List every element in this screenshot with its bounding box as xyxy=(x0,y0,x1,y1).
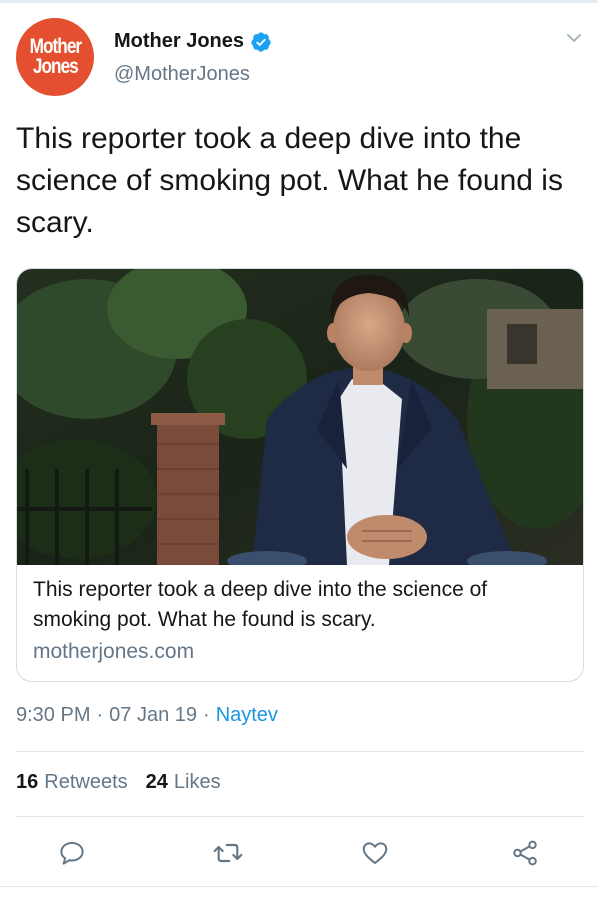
meta-separator: · xyxy=(203,704,210,726)
reply-button[interactable] xyxy=(52,833,92,873)
retweets-label[interactable]: Retweets xyxy=(44,771,127,794)
verified-badge-icon xyxy=(251,31,271,52)
chevron-down-icon[interactable] xyxy=(566,32,582,44)
divider xyxy=(16,816,584,817)
retweet-icon xyxy=(213,843,243,863)
avatar[interactable]: Mother Jones xyxy=(16,18,94,96)
card-photo[interactable] xyxy=(17,269,584,565)
tweet-source-link[interactable]: Naytev xyxy=(216,704,278,727)
engagement-stats: 16 Retweets 24 Likes xyxy=(16,771,239,794)
author-name-row[interactable]: Mother Jones xyxy=(114,30,272,53)
likes-count[interactable]: 24 xyxy=(146,771,168,794)
share-button[interactable] xyxy=(505,833,545,873)
like-button[interactable] xyxy=(355,833,395,873)
avatar-logo-line2: Jones xyxy=(32,55,79,78)
retweet-button[interactable] xyxy=(208,833,248,873)
author-name[interactable]: Mother Jones xyxy=(114,30,244,53)
card-text[interactable]: This reporter took a deep dive into the … xyxy=(33,575,569,667)
divider xyxy=(16,751,584,752)
share-icon xyxy=(513,840,537,866)
action-bar xyxy=(0,833,598,873)
tweet-meta: 9:30 PM · 07 Jan 19 · Naytev xyxy=(16,704,278,727)
tweet-date: 07 Jan 19 xyxy=(109,704,198,726)
reply-icon xyxy=(60,842,84,865)
likes-label[interactable]: Likes xyxy=(174,771,221,794)
tweet-text: This reporter took a deep dive into the … xyxy=(16,122,563,239)
tweet-header: Mother Jones Mother Jones @MotherJones xyxy=(16,18,586,96)
author-handle[interactable]: @MotherJones xyxy=(114,63,250,86)
tweet-time: 9:30 PM xyxy=(16,704,91,726)
card-domain[interactable]: motherjones.com xyxy=(33,637,569,667)
meta-separator: · xyxy=(96,704,104,726)
heart-icon xyxy=(362,842,388,864)
top-divider xyxy=(0,0,598,3)
retweets-count[interactable]: 16 xyxy=(16,771,38,794)
card-title[interactable]: This reporter took a deep dive into the … xyxy=(33,575,569,635)
link-card[interactable]: This reporter took a deep dive into the … xyxy=(16,268,584,682)
bottom-divider xyxy=(0,886,598,887)
avatar-logo-line1: Mother xyxy=(29,35,81,58)
